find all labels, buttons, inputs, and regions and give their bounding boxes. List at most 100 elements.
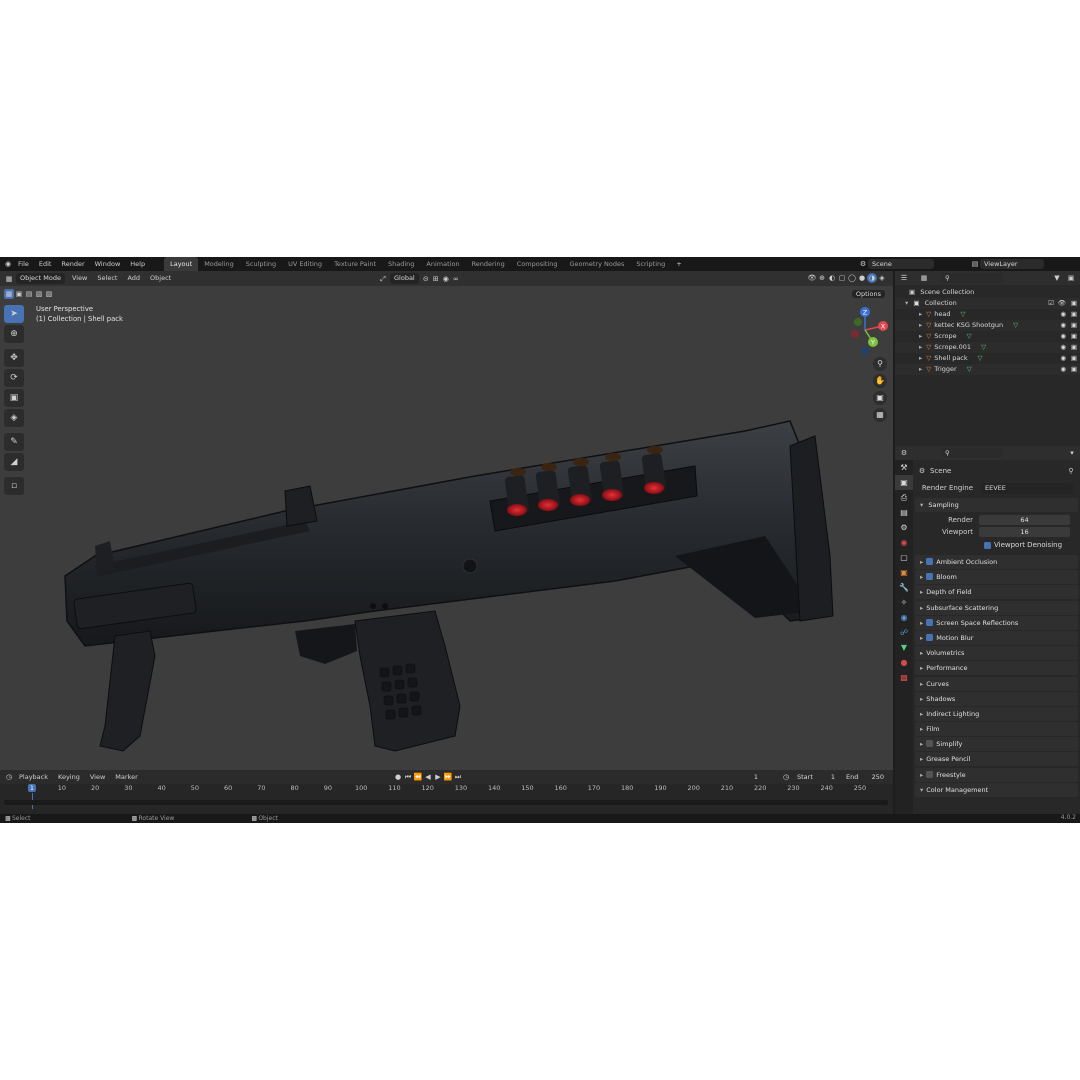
- outliner-item[interactable]: ▸ ▽ Scrope ▽ ◉ ▣: [895, 331, 1080, 342]
- tab-uv-editing[interactable]: UV Editing: [282, 257, 328, 271]
- scale-tool-icon[interactable]: ▣: [4, 389, 24, 407]
- prev-keyframe-icon[interactable]: ⏪: [413, 772, 423, 782]
- tab-shading[interactable]: Shading: [382, 257, 420, 271]
- visibility-eye-icon[interactable]: ◉: [1060, 353, 1066, 364]
- panel-depth-of-field[interactable]: ▸ Depth of Field: [915, 585, 1078, 600]
- view-layer-tab-icon[interactable]: ▤: [895, 505, 913, 520]
- viewport-samples-field[interactable]: 16: [979, 526, 1070, 537]
- viewport-menu-select[interactable]: Select: [92, 271, 122, 286]
- render-camera-icon[interactable]: ▣: [1071, 320, 1077, 331]
- clock-icon[interactable]: ◷: [781, 772, 791, 782]
- gizmo-neg-y[interactable]: [854, 318, 862, 326]
- timeline-scrollbar[interactable]: [4, 800, 888, 805]
- proportional-edit-icon[interactable]: ◉: [441, 274, 451, 284]
- menu-edit[interactable]: Edit: [34, 257, 57, 271]
- 3d-viewport[interactable]: ▦ ▣ ▤ ▧ ▨ User Perspective (1) Collectio…: [0, 286, 893, 770]
- tab-animation[interactable]: Animation: [420, 257, 465, 271]
- tool-tab-icon[interactable]: ⚒: [895, 460, 913, 475]
- camera-view-icon[interactable]: ▣: [873, 391, 887, 405]
- visibility-eye-icon[interactable]: ◉: [1060, 331, 1066, 342]
- expand-chevron-icon[interactable]: ▸: [919, 321, 922, 329]
- visibility-eye-icon[interactable]: ◉: [1060, 309, 1066, 320]
- filter-icon[interactable]: ▼: [1052, 273, 1062, 283]
- panel-checkbox[interactable]: [926, 573, 934, 581]
- rotate-tool-icon[interactable]: ⟳: [4, 369, 24, 387]
- add-cube-tool-icon[interactable]: ▫: [4, 477, 24, 495]
- expand-chevron-icon[interactable]: ▾: [905, 299, 908, 307]
- outliner-item[interactable]: ▸ ▽ Trigger ▽ ◉ ▣: [895, 364, 1080, 375]
- panel-checkbox[interactable]: [926, 770, 934, 778]
- menu-help[interactable]: Help: [125, 257, 150, 271]
- gizmo-icon[interactable]: ⊕: [817, 273, 827, 283]
- options-dropdown[interactable]: Options: [850, 289, 887, 300]
- tab-compositing[interactable]: Compositing: [511, 257, 564, 271]
- panel-indirect-lighting[interactable]: ▸ Indirect Lighting: [915, 706, 1078, 721]
- jump-end-icon[interactable]: ⏭: [453, 772, 463, 782]
- frame-ruler[interactable]: 1 10 20 30 40 50 60 70 80 90 100 110 120 130 140 150 160…: [0, 784, 893, 809]
- move-tool-icon[interactable]: ✥: [4, 349, 24, 367]
- data-tab-icon[interactable]: ▼: [895, 640, 913, 655]
- texture-tab-icon[interactable]: ▩: [895, 670, 913, 685]
- render-samples-field[interactable]: 64: [979, 514, 1070, 525]
- view-layer-field[interactable]: ViewLayer: [980, 259, 1044, 269]
- tab-geometry-nodes[interactable]: Geometry Nodes: [564, 257, 631, 271]
- properties-search-input[interactable]: ⚲: [941, 448, 1003, 458]
- panel-checkbox[interactable]: [926, 633, 934, 641]
- gizmo-neg-z[interactable]: [861, 347, 869, 355]
- measure-tool-icon[interactable]: ◢: [4, 453, 24, 471]
- panel-shadows[interactable]: ▸ Shadows: [915, 691, 1078, 706]
- output-tab-icon[interactable]: ⎙: [895, 490, 913, 505]
- properties-options-icon[interactable]: ▾: [1067, 448, 1077, 458]
- timeline-menu-view[interactable]: View: [85, 770, 110, 785]
- pivot-icon[interactable]: ⊝: [421, 274, 431, 284]
- outliner-editor-icon[interactable]: ☰: [899, 273, 909, 283]
- play-icon[interactable]: ▶: [433, 772, 443, 782]
- new-collection-icon[interactable]: ▣: [1066, 273, 1076, 283]
- material-shading-icon[interactable]: ◑: [867, 273, 877, 283]
- display-mode-icon[interactable]: ▦: [919, 273, 929, 283]
- panel-checkbox[interactable]: [926, 740, 934, 748]
- panel-subsurface-scattering[interactable]: ▸ Subsurface Scattering: [915, 600, 1078, 615]
- viewport-denoising-row[interactable]: Viewport Denoising: [895, 539, 1080, 551]
- render-camera-icon[interactable]: ▣: [1071, 342, 1077, 353]
- rendered-shading-icon[interactable]: ◈: [877, 273, 887, 283]
- expand-chevron-icon[interactable]: ▸: [919, 365, 922, 373]
- xray-icon[interactable]: ▢: [837, 273, 847, 283]
- tab-scripting[interactable]: Scripting: [630, 257, 671, 271]
- render-camera-icon[interactable]: ▣: [1071, 353, 1077, 364]
- menu-file[interactable]: File: [13, 257, 34, 271]
- scene-field[interactable]: Scene: [868, 259, 934, 269]
- modifier-tab-icon[interactable]: 🔧: [895, 580, 913, 595]
- select-intersect-icon[interactable]: ▨: [44, 289, 54, 299]
- select-subtract-icon[interactable]: ▤: [24, 289, 34, 299]
- select-extend-icon[interactable]: ▣: [14, 289, 24, 299]
- orientation-dropdown[interactable]: Global: [390, 273, 419, 284]
- mode-dropdown[interactable]: Object Mode: [16, 273, 65, 284]
- render-camera-icon[interactable]: ▣: [1071, 364, 1077, 375]
- scene-selector[interactable]: ⚙ Scene: [858, 259, 934, 269]
- perspective-grid-icon[interactable]: ▦: [873, 408, 887, 422]
- select-box-icon[interactable]: ▦: [4, 289, 14, 299]
- wireframe-shading-icon[interactable]: ◯: [847, 273, 857, 283]
- render-camera-icon[interactable]: ▣: [1071, 298, 1077, 309]
- scene-collection-row[interactable]: ▣ Scene Collection: [895, 287, 1080, 298]
- end-frame-field[interactable]: End 250: [842, 772, 888, 782]
- panel-grease-pencil[interactable]: ▸ Grease Pencil: [915, 752, 1078, 767]
- properties-editor-icon[interactable]: ⚙: [899, 448, 909, 458]
- expand-chevron-icon[interactable]: ▸: [919, 310, 922, 318]
- physics-tab-icon[interactable]: ◉: [895, 610, 913, 625]
- sampling-panel[interactable]: ▾ Sampling: [915, 498, 1078, 512]
- navigation-gizmo[interactable]: Z X Y: [843, 306, 893, 356]
- panel-performance[interactable]: ▸ Performance: [915, 661, 1078, 676]
- scene-tab-icon[interactable]: ⚙: [895, 520, 913, 535]
- visibility-eye-icon[interactable]: ◉: [1060, 342, 1066, 353]
- pan-hand-icon[interactable]: ✋: [873, 374, 887, 388]
- next-keyframe-icon[interactable]: ⏩: [443, 772, 453, 782]
- panel-motion-blur[interactable]: ▸ Motion Blur: [915, 630, 1078, 645]
- viewport-menu-view[interactable]: View: [67, 271, 92, 286]
- tab-rendering[interactable]: Rendering: [466, 257, 511, 271]
- menu-window[interactable]: Window: [90, 257, 126, 271]
- panel-ambient-occlusion[interactable]: ▸ Ambient Occlusion: [915, 555, 1078, 569]
- viewport-denoising-checkbox[interactable]: [984, 541, 991, 549]
- overlay-icon[interactable]: ◐: [827, 273, 837, 283]
